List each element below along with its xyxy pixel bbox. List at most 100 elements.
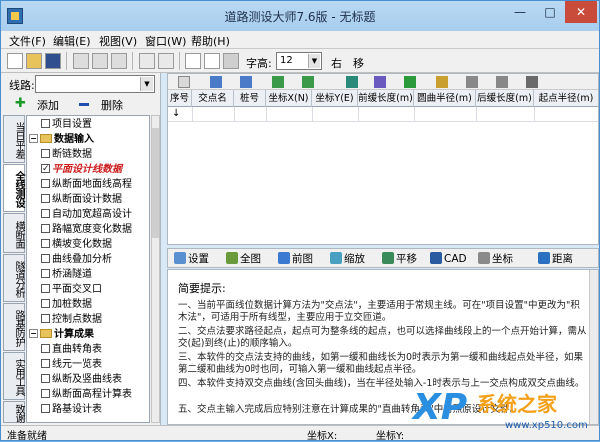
draw-icon[interactable] — [526, 76, 538, 88]
col-coord-x[interactable]: 坐标X(N) — [266, 90, 312, 107]
chevron-down-icon[interactable]: ▼ — [140, 77, 153, 91]
checkbox[interactable] — [41, 253, 50, 263]
checkbox[interactable] — [41, 388, 50, 398]
delete-row-icon[interactable] — [240, 76, 252, 88]
tab-subgrade[interactable]: 路基防护 — [3, 303, 25, 351]
graphics-button-2[interactable]: 前图 — [278, 252, 313, 266]
chevron-down-icon[interactable]: ▼ — [308, 54, 320, 68]
tree-item[interactable]: 路幅宽度变化数据 — [41, 223, 132, 237]
delete-route-button[interactable]: 删除 — [79, 96, 135, 112]
collapse-icon[interactable]: − — [29, 328, 38, 338]
graphics-button-4[interactable]: 平移 — [382, 252, 417, 266]
menu-help[interactable]: 帮助(H) — [191, 33, 230, 49]
undo-grid-icon[interactable] — [466, 76, 478, 88]
checkbox[interactable] — [41, 283, 50, 293]
checkbox[interactable] — [41, 313, 50, 323]
graphics-button-1[interactable]: 全图 — [226, 252, 261, 266]
graphics-button-3[interactable]: 缩放 — [330, 252, 365, 266]
tree-item[interactable]: 项目设置 — [41, 118, 92, 132]
graphics-button-0[interactable]: 设置 — [174, 252, 209, 266]
add-route-button[interactable]: ✚ 添加 — [15, 96, 71, 112]
redo-icon[interactable] — [158, 53, 174, 69]
minimize-button[interactable]: — — [505, 1, 535, 23]
move-up-icon[interactable] — [272, 76, 284, 88]
tree-scroll-thumb[interactable] — [152, 128, 159, 238]
checkbox[interactable] — [41, 358, 50, 368]
tree-folder[interactable]: − 数据输入 — [29, 133, 94, 147]
insert-row-icon[interactable] — [210, 76, 222, 88]
col-point-name[interactable]: 交点名 — [192, 90, 234, 107]
tab-cross-section[interactable]: 横断面 — [3, 213, 25, 253]
move-button[interactable]: 移 — [353, 55, 364, 71]
tree-item[interactable]: 自动加宽超高设计 — [41, 208, 132, 222]
checkbox[interactable] — [41, 298, 50, 308]
checkbox[interactable] — [41, 118, 50, 128]
col-start-radius[interactable]: 起点半径(m) — [534, 90, 598, 107]
tree-item[interactable]: 控制点数据 — [41, 313, 102, 327]
align-right-button[interactable]: 右 — [331, 55, 342, 71]
open-folder-icon[interactable] — [26, 53, 42, 69]
tab-thanks[interactable]: 致谢 — [3, 401, 25, 423]
checkbox[interactable] — [41, 238, 50, 248]
tree-item[interactable]: 直曲转角表 — [41, 343, 102, 357]
save-icon[interactable] — [45, 53, 61, 69]
tree-item[interactable]: 纵断面地面线高程 — [41, 178, 132, 192]
close-button[interactable]: ✕ — [565, 1, 597, 23]
tree-item[interactable]: 断链数据 — [41, 148, 92, 162]
move-down-icon[interactable] — [302, 76, 314, 88]
graphics-button-5[interactable]: CAD — [430, 252, 467, 266]
tree-item[interactable]: 线元一览表 — [41, 358, 102, 372]
report-icon[interactable] — [185, 53, 201, 69]
col-coord-y[interactable]: 坐标Y(E) — [312, 90, 358, 107]
check-icon[interactable] — [436, 76, 448, 88]
checkbox[interactable] — [41, 193, 50, 203]
preview-icon[interactable] — [204, 53, 220, 69]
col-index[interactable]: 序号 — [168, 90, 192, 107]
tab-route-design[interactable]: 全线测设 — [3, 164, 25, 212]
menu-view[interactable]: 视图(V) — [99, 33, 137, 49]
menu-window[interactable]: 窗口(W) — [145, 33, 186, 49]
redo-grid-icon[interactable] — [496, 76, 508, 88]
checkbox[interactable] — [41, 208, 50, 218]
tree-item[interactable]: 纵断面设计数据 — [41, 193, 122, 207]
tab-tools[interactable]: 实用工具 — [3, 352, 25, 400]
checkbox[interactable] — [41, 223, 50, 233]
tree-item[interactable]: 纵断及竖曲线表 — [41, 373, 122, 387]
tree-item[interactable]: 路基设计表 — [41, 403, 102, 417]
print-icon[interactable] — [223, 53, 239, 69]
checkbox[interactable] — [41, 403, 50, 413]
collapse-icon[interactable]: − — [29, 133, 38, 143]
tab-adjustment[interactable]: 当日平差 — [3, 115, 25, 163]
tree-item[interactable]: 加桩数据 — [41, 298, 92, 312]
undo-icon[interactable] — [139, 53, 155, 69]
help-scrollbar[interactable] — [589, 270, 598, 424]
cut-icon[interactable] — [73, 53, 89, 69]
col-back-spiral[interactable]: 后缓长度(m) — [476, 90, 534, 107]
col-front-spiral[interactable]: 前缓长度(m) — [358, 90, 414, 107]
tree-item[interactable]: 横坡变化数据 — [41, 238, 112, 252]
new-file-icon[interactable] — [7, 53, 23, 69]
checkbox[interactable] — [41, 373, 50, 383]
menu-file[interactable]: 文件(F) — [9, 33, 46, 49]
tree-item[interactable]: 桥涵隧道 — [41, 268, 92, 282]
col-curve-radius[interactable]: 圆曲半径(m) — [414, 90, 476, 107]
copy-icon[interactable] — [92, 53, 108, 69]
maximize-button[interactable]: □ — [535, 1, 565, 23]
tree-item[interactable]: 平面设计线数据 — [41, 162, 122, 177]
checkbox[interactable] — [41, 148, 50, 158]
title-bar[interactable]: 道路测设大师7.6版 - 无标题 — □ ✕ — [1, 1, 599, 31]
checkbox[interactable] — [41, 268, 50, 278]
tab-tunnel-analysis[interactable]: 隧道分析 — [3, 254, 25, 302]
checkbox[interactable] — [41, 178, 50, 188]
col-station[interactable]: 桩号 — [234, 90, 266, 107]
route-select[interactable]: ▼ — [35, 75, 155, 93]
tree-scrollbar[interactable] — [151, 115, 160, 423]
graphics-button-7[interactable]: 距离 — [538, 252, 573, 266]
import-icon[interactable] — [346, 76, 358, 88]
table-icon[interactable] — [178, 76, 190, 88]
checkbox[interactable] — [41, 343, 50, 353]
menu-edit[interactable]: 编辑(E) — [53, 33, 91, 49]
graphics-button-6[interactable]: 坐标 — [478, 252, 513, 266]
tree-item[interactable]: 曲线叠加分析 — [41, 253, 112, 267]
export-icon[interactable] — [374, 76, 386, 88]
